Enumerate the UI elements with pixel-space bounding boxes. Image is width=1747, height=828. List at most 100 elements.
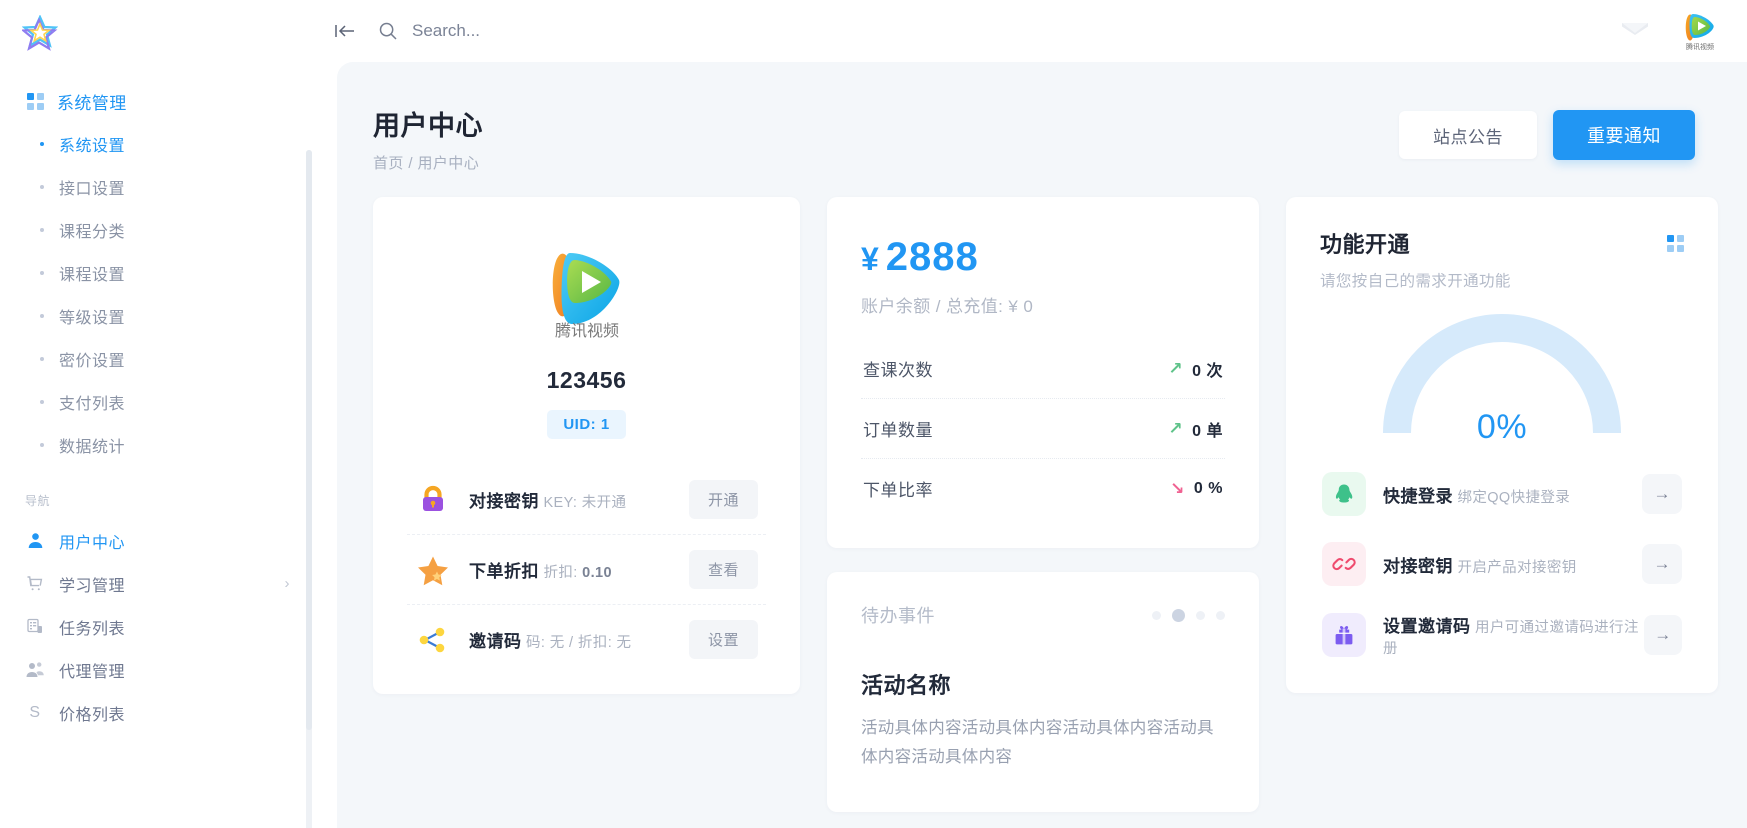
carousel-dot[interactable] <box>1196 611 1205 620</box>
sidebar-item-api-settings[interactable]: 接口设置 <box>0 165 312 208</box>
stat-label: 查课次数 <box>863 356 933 381</box>
feature-sub: 码: 无 / 折扣: 无 <box>526 635 632 651</box>
page-header: 用户中心 首页 / 用户中心 站点公告 重要通知 <box>337 62 1747 173</box>
sidebar-item-task-list[interactable]: 任务列表 <box>0 605 312 648</box>
open-quick-login-button[interactable]: → <box>1642 474 1682 514</box>
column-profile: 腾讯视频 123456 UID: 1 <box>373 197 800 694</box>
todo-header: 待办事件 <box>861 602 1225 628</box>
breadcrumb: 首页 / 用户中心 <box>373 152 483 173</box>
sidebar-item-level-settings[interactable]: 等级设置 <box>0 294 312 337</box>
qq-icon <box>1322 472 1366 516</box>
bullet-icon <box>40 271 44 275</box>
stat-value: ↘ 0 % <box>1170 479 1223 499</box>
profile-username: 123456 <box>407 367 766 394</box>
task-list-icon <box>25 618 45 635</box>
list-item: 对接密钥 KEY: 未开通 开通 <box>407 465 766 534</box>
sidebar-item-label: 课程设置 <box>59 261 125 285</box>
sidebar-item-course-category[interactable]: 课程分类 <box>0 208 312 251</box>
brand[interactable] <box>0 0 312 66</box>
balance-subtitle: 账户余额 / 总充值: ¥ 0 <box>861 292 1225 317</box>
open-api-key-button[interactable]: → <box>1642 544 1682 584</box>
functions-title: 功能开通 <box>1320 227 1511 259</box>
share-icon <box>415 622 451 658</box>
function-title: 快捷登录 <box>1383 487 1453 506</box>
sidebar-section-label: 导航 <box>0 492 312 509</box>
sidebar-item-agent-management[interactable]: 代理管理 <box>0 648 312 691</box>
table-row: 查课次数 ↗ 0 次 <box>861 339 1225 398</box>
balance-card: ¥2888 账户余额 / 总充值: ¥ 0 查课次数 ↗ 0 次 <box>827 197 1259 548</box>
bullet-icon <box>40 142 44 146</box>
list-item: 快捷登录 绑定QQ快捷登录 → <box>1320 459 1684 529</box>
activation-gauge: 0% <box>1320 313 1684 441</box>
sidebar-item-label: 学习管理 <box>59 572 125 596</box>
todo-event-desc: 活动具体内容活动具体内容活动具体内容活动具体内容活动具体内容 <box>861 714 1225 772</box>
user-icon <box>25 532 45 549</box>
page-actions: 站点公告 重要通知 <box>1399 110 1695 160</box>
table-row: 下单比率 ↘ 0 % <box>861 458 1225 518</box>
gift-icon <box>1322 613 1366 657</box>
sidebar-group-label: 系统管理 <box>57 89 127 114</box>
grid-icon <box>27 93 44 110</box>
sidebar-item-course-settings[interactable]: 课程设置 <box>0 251 312 294</box>
avatar[interactable]: 腾讯视频 <box>1679 10 1721 52</box>
view-discount-button[interactable]: 查看 <box>689 550 758 589</box>
stat-value: ↗ 0 次 <box>1168 357 1223 381</box>
bullet-icon <box>40 443 44 447</box>
functions-header: 功能开通 请您按自己的需求开通功能 <box>1320 227 1684 291</box>
list-item: 下单折扣 折扣: 0.10 查看 <box>407 534 766 604</box>
search-input[interactable] <box>412 21 732 41</box>
cart-icon <box>25 575 45 593</box>
carousel-dots[interactable] <box>1152 609 1225 622</box>
sidebar-item-price-settings[interactable]: 密价设置 <box>0 337 312 380</box>
currency-symbol: ¥ <box>861 241 880 277</box>
sidebar-item-study-management[interactable]: 学习管理 › <box>0 562 312 605</box>
collapse-sidebar-icon[interactable] <box>330 16 360 46</box>
agents-icon <box>25 661 45 678</box>
important-notice-button[interactable]: 重要通知 <box>1553 110 1695 160</box>
carousel-dot[interactable] <box>1152 611 1161 620</box>
bullet-icon <box>40 357 44 361</box>
feature-title: 对接密钥 <box>469 492 539 511</box>
carousel-dot-active[interactable] <box>1172 609 1185 622</box>
bullet-icon <box>40 228 44 232</box>
app-logo <box>22 15 58 51</box>
activate-key-button[interactable]: 开通 <box>689 480 758 519</box>
carousel-dot[interactable] <box>1216 611 1225 620</box>
topbar: 腾讯视频 <box>312 0 1747 62</box>
sidebar-item-system-settings[interactable]: 系统设置 <box>0 122 312 165</box>
site-announcement-button[interactable]: 站点公告 <box>1399 111 1537 159</box>
mail-icon[interactable] <box>1621 21 1649 41</box>
list-item: 对接密钥 开启产品对接密钥 → <box>1320 529 1684 599</box>
dashboard-cards: 腾讯视频 123456 UID: 1 <box>337 173 1747 812</box>
sidebar-item-label: 课程分类 <box>59 218 125 242</box>
sidebar-item-label: 价格列表 <box>59 701 125 725</box>
page-title: 用户中心 <box>373 104 483 143</box>
feature-title: 下单折扣 <box>469 562 539 581</box>
open-invite-code-button[interactable]: → <box>1644 615 1682 655</box>
trend-up-icon: ↗ <box>1168 359 1183 379</box>
sidebar-group-system[interactable]: 系统管理 <box>0 80 312 122</box>
profile-card: 腾讯视频 123456 UID: 1 <box>373 197 800 694</box>
app-root: 系统管理 系统设置 接口设置 课程分类 课程设置 等级设置 <box>0 0 1747 828</box>
function-sub: 开启产品对接密钥 <box>1457 560 1576 576</box>
grid-icon[interactable] <box>1667 235 1684 252</box>
sidebar-item-price-list[interactable]: S 价格列表 <box>0 691 312 734</box>
sidebar-item-data-statistics[interactable]: 数据统计 <box>0 423 312 466</box>
balance-amount: ¥2888 <box>861 235 1225 280</box>
sidebar-nav: 系统管理 系统设置 接口设置 课程分类 课程设置 等级设置 <box>0 80 312 828</box>
dollar-icon: S <box>25 704 45 722</box>
sidebar-item-payment-list[interactable]: 支付列表 <box>0 380 312 423</box>
todo-title: 待办事件 <box>861 602 935 628</box>
main-pane: 腾讯视频 用户中心 首页 / 用户中心 站点公告 重要通知 <box>312 0 1747 828</box>
sidebar-item-label: 用户中心 <box>59 529 125 553</box>
search-box[interactable] <box>378 21 732 41</box>
trend-up-icon: ↗ <box>1168 419 1183 439</box>
trend-down-icon: ↘ <box>1170 479 1185 499</box>
link-icon <box>1322 542 1366 586</box>
feature-sub: 折扣: 0.10 <box>543 565 612 581</box>
content-area: 用户中心 首页 / 用户中心 站点公告 重要通知 <box>337 62 1747 828</box>
sidebar-item-user-center[interactable]: 用户中心 <box>0 519 312 562</box>
set-invite-code-button[interactable]: 设置 <box>689 620 758 659</box>
list-item: 邀请码 码: 无 / 折扣: 无 设置 <box>407 604 766 674</box>
svg-text:腾讯视频: 腾讯视频 <box>554 322 618 340</box>
